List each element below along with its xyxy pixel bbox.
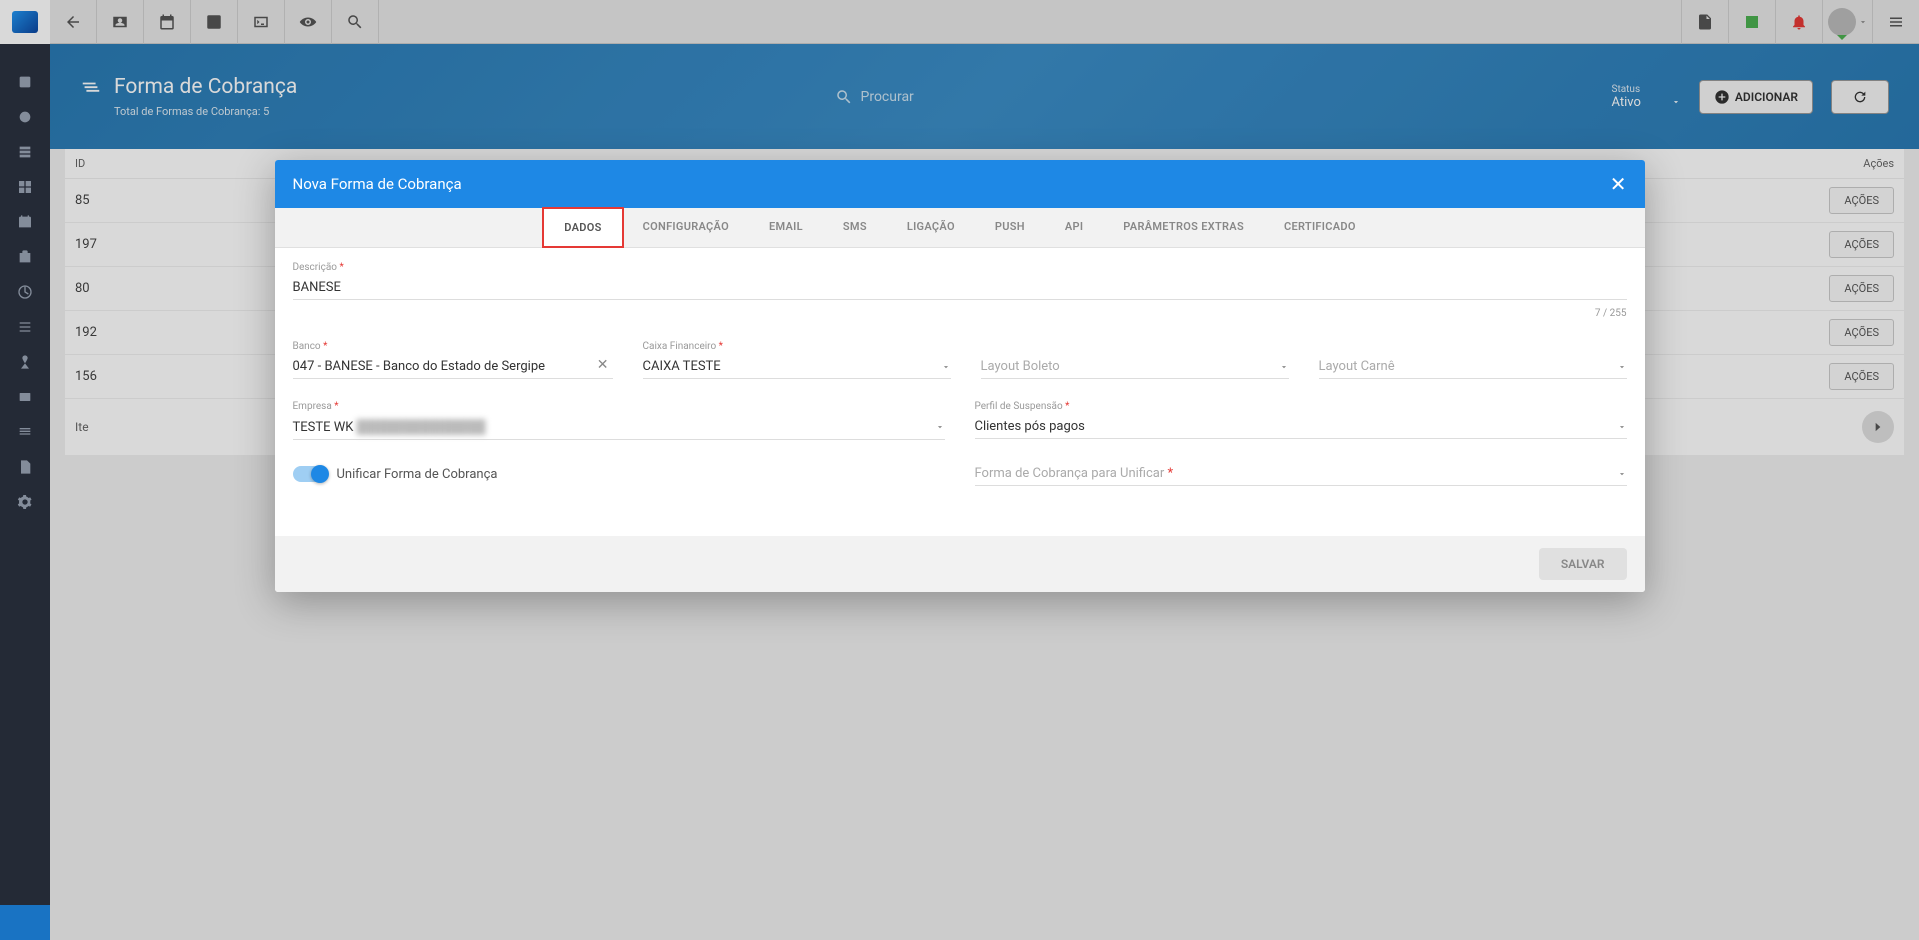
chevron-down-icon <box>1617 422 1627 432</box>
clear-icon[interactable]: ✕ <box>597 357 609 373</box>
tab-configuracao[interactable]: CONFIGURAÇÃO <box>623 208 749 247</box>
perfil-select[interactable]: Clientes pós pagos <box>975 415 1627 439</box>
field-descricao: Descrição * 7 / 255 <box>293 262 1627 319</box>
field-unificar-select: Forma de Cobrança para Unificar * <box>975 462 1627 486</box>
tab-dados[interactable]: DADOS <box>542 207 623 248</box>
modal: Nova Forma de Cobrança ✕ DADOS CONFIGURA… <box>275 160 1645 592</box>
field-empresa: Empresa * TESTE WK ██████████████ <box>293 401 945 440</box>
tab-parametros[interactable]: PARÂMETROS EXTRAS <box>1103 208 1264 247</box>
save-button[interactable]: SALVAR <box>1539 548 1627 580</box>
tab-email[interactable]: EMAIL <box>749 208 823 247</box>
modal-header: Nova Forma de Cobrança ✕ <box>275 160 1645 208</box>
tab-sms[interactable]: SMS <box>823 208 887 247</box>
modal-title: Nova Forma de Cobrança <box>293 175 462 193</box>
tab-push[interactable]: PUSH <box>975 208 1045 247</box>
chevron-down-icon <box>1617 362 1627 372</box>
field-layout-boleto: Layout Boleto <box>981 341 1289 379</box>
field-perfil: Perfil de Suspensão * Clientes pós pagos <box>975 401 1627 440</box>
chevron-down-icon <box>1279 362 1289 372</box>
layout-carne-select[interactable]: Layout Carnê <box>1319 355 1627 379</box>
chevron-down-icon <box>941 362 951 372</box>
char-counter: 7 / 255 <box>293 308 1627 319</box>
field-banco: Banco * ✕ <box>293 341 613 379</box>
modal-overlay: Nova Forma de Cobrança ✕ DADOS CONFIGURA… <box>0 0 1919 940</box>
modal-tabs: DADOS CONFIGURAÇÃO EMAIL SMS LIGAÇÃO PUS… <box>275 208 1645 248</box>
unificar-forma-select[interactable]: Forma de Cobrança para Unificar * <box>975 462 1627 486</box>
close-icon[interactable]: ✕ <box>1610 174 1627 194</box>
unificar-toggle-label: Unificar Forma de Cobrança <box>337 467 498 482</box>
unificar-toggle-field: Unificar Forma de Cobrança <box>293 466 945 482</box>
descricao-input[interactable] <box>293 276 1627 300</box>
unificar-toggle[interactable] <box>293 466 327 482</box>
chevron-down-icon <box>935 422 945 432</box>
chevron-down-icon <box>1617 469 1627 479</box>
tab-certificado[interactable]: CERTIFICADO <box>1264 208 1376 247</box>
banco-input[interactable] <box>293 355 613 379</box>
field-layout-carne: Layout Carnê <box>1319 341 1627 379</box>
modal-body: Descrição * 7 / 255 Banco * ✕ Caixa Fina… <box>275 248 1645 536</box>
layout-boleto-select[interactable]: Layout Boleto <box>981 355 1289 379</box>
tab-api[interactable]: API <box>1045 208 1103 247</box>
caixa-select[interactable]: CAIXA TESTE <box>643 355 951 379</box>
field-caixa: Caixa Financeiro * CAIXA TESTE <box>643 341 951 379</box>
tab-ligacao[interactable]: LIGAÇÃO <box>887 208 975 247</box>
empresa-select[interactable]: TESTE WK ██████████████ <box>293 415 945 440</box>
modal-footer: SALVAR <box>275 536 1645 592</box>
